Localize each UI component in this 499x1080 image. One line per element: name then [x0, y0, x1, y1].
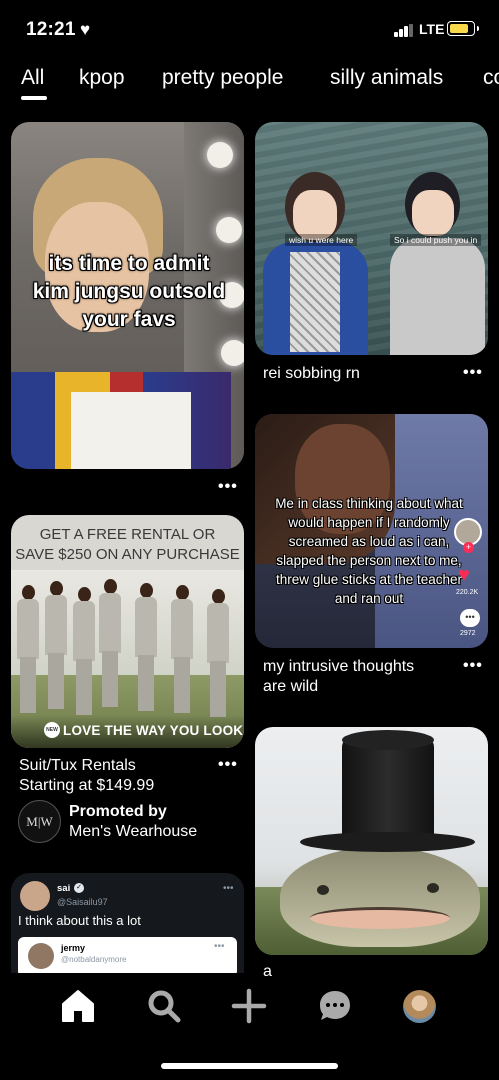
- ad-headline: GET A FREE RENTAL OR SAVE $250 ON ANY PU…: [15, 526, 240, 563]
- avatar: [20, 881, 50, 911]
- quoted-handle: @notbaldanymore: [61, 955, 127, 964]
- tweet-more-icon: •••: [223, 883, 234, 894]
- promoted-by[interactable]: Promoted by Men's Wearhouse: [69, 802, 197, 842]
- battery-icon: [447, 21, 479, 36]
- pin-caption[interactable]: my intrusive thoughts are wild: [263, 657, 414, 697]
- signal-icon: [394, 24, 414, 37]
- more-options-button[interactable]: •••: [463, 657, 483, 675]
- more-options-button[interactable]: •••: [463, 364, 483, 382]
- pin-ad-image[interactable]: GET A FREE RENTAL OR SAVE $250 ON ANY PU…: [11, 515, 244, 748]
- pin-catfish-image[interactable]: [255, 727, 488, 955]
- quoted-more-icon: •••: [214, 941, 225, 952]
- board-tabs: All kpop pretty people silly animals co: [21, 62, 499, 106]
- comment-count: 2972: [460, 630, 476, 637]
- comment-icon: •••: [460, 609, 480, 627]
- tab-all[interactable]: All: [21, 66, 44, 90]
- more-options-button[interactable]: •••: [218, 478, 238, 496]
- follow-plus-icon: +: [463, 542, 474, 553]
- pin-anime-image[interactable]: wish u were here So i could push you in: [255, 122, 488, 355]
- pin-caption[interactable]: rei sobbing rn: [263, 364, 360, 384]
- home-indicator[interactable]: [161, 1063, 338, 1069]
- pin-classroom-image[interactable]: Me in class thinking about what would ha…: [255, 414, 488, 648]
- subtitle-right: So i could push you in: [390, 234, 482, 246]
- tweet-author: sai: [57, 883, 71, 894]
- tab-silly-animals[interactable]: silly animals: [330, 66, 443, 90]
- like-count: 220.2K: [456, 589, 479, 596]
- tab-truncated[interactable]: co: [483, 66, 499, 90]
- quoted-tweet: jermy @notbaldanymore •••: [18, 937, 237, 973]
- profile-avatar[interactable]: [403, 990, 436, 1023]
- pin-overlay-text: its time to admit kim jungsu outsold you…: [32, 252, 226, 331]
- heart-icon: ♥: [80, 20, 91, 39]
- pin-kpop-image[interactable]: its time to admit kim jungsu outsold you…: [11, 122, 244, 469]
- more-options-button[interactable]: •••: [218, 756, 238, 774]
- status-time: 12:21: [26, 19, 76, 40]
- chat-icon[interactable]: [317, 988, 357, 1028]
- like-heart-icon: ♥: [458, 564, 470, 586]
- tweet-handle: @Saisailu97: [57, 897, 108, 907]
- status-bar: 12:21 ♥ LTE: [0, 0, 499, 56]
- verified-icon: ✓: [74, 883, 84, 893]
- search-icon[interactable]: [146, 988, 186, 1028]
- subtitle-left: wish u were here: [285, 234, 358, 246]
- tweet-text: I think about this a lot: [18, 913, 141, 928]
- brand-logo-icon: NEW: [44, 722, 60, 738]
- quoted-author: jermy: [61, 943, 86, 953]
- ad-title[interactable]: Suit/Tux Rentals Starting at $149.99: [19, 756, 154, 796]
- network-label: LTE: [419, 21, 445, 37]
- pin-caption[interactable]: a: [263, 962, 272, 976]
- active-tab-indicator: [21, 96, 47, 100]
- pin-tweet-image[interactable]: sai ✓ @Saisailu97 ••• I think about this…: [11, 873, 244, 973]
- tab-pretty-people[interactable]: pretty people: [162, 66, 283, 90]
- plus-icon[interactable]: [231, 988, 271, 1028]
- home-icon[interactable]: [60, 988, 100, 1028]
- tab-kpop[interactable]: kpop: [79, 66, 125, 90]
- avatar: [28, 943, 54, 969]
- advertiser-avatar[interactable]: M|W: [18, 800, 61, 843]
- pin-overlay-text: Me in class thinking about what would ha…: [275, 496, 463, 606]
- ad-banner-text: LOVE THE WAY YOU LOOK: [63, 723, 244, 738]
